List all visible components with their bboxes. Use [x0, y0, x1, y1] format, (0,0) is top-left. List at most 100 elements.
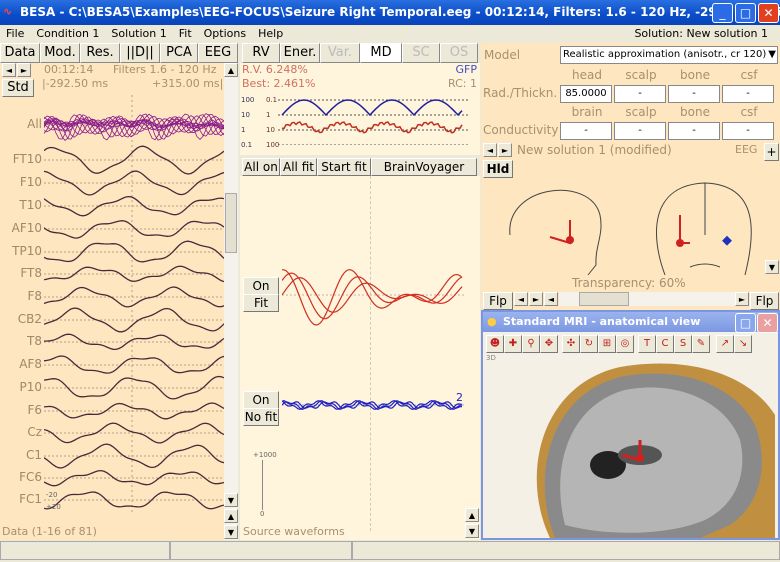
row2-input-scalp[interactable]: - — [614, 122, 666, 140]
rotate-180-icon[interactable]: ↻ — [580, 335, 598, 353]
rv-axis-label: 10 — [241, 111, 250, 119]
scroll-left[interactable]: ◄ — [544, 292, 558, 306]
scroll-up-button[interactable]: ▲ — [224, 63, 238, 77]
tab-os[interactable]: OS — [440, 43, 478, 63]
add-solution-button[interactable]: + — [764, 143, 779, 161]
channel-label: FC1 — [19, 492, 42, 506]
eeg-traces — [44, 95, 224, 515]
step-right[interactable]: ► — [529, 292, 543, 306]
source-scroll-down[interactable]: ▼ — [465, 524, 479, 538]
tab-data[interactable]: Data — [0, 43, 40, 63]
tab-sc[interactable]: SC — [402, 43, 440, 63]
row1-input-bone[interactable]: - — [668, 85, 720, 103]
menu-bar: File Condition 1 Solution 1 Fit Options Help … — [0, 25, 780, 43]
tab-deblank[interactable]: ||D|| — [120, 43, 160, 63]
mri-maximize-button[interactable]: □ — [735, 313, 756, 333]
solution-name: New solution 1 (modified) — [517, 143, 672, 157]
pan-icon[interactable]: ✣ — [562, 335, 580, 353]
menu-fit[interactable]: Fit — [179, 27, 192, 40]
rv-plot — [278, 99, 468, 145]
t1-icon[interactable]: T — [638, 335, 656, 353]
tab-model[interactable]: Mod. — [40, 43, 80, 63]
row1-label: Rad./Thickn. — [483, 86, 558, 100]
title-bar: BESA - C:\BESA5\Examples\EEG-FOCUS\Seizu… — [0, 0, 780, 25]
minimize-button[interactable]: _ — [712, 3, 733, 23]
split-icon[interactable]: ⊞ — [598, 335, 616, 353]
tab-energy[interactable]: Ener. — [280, 43, 320, 63]
row1-input-scalp[interactable]: - — [614, 85, 666, 103]
scroll-left-button[interactable]: ◄ — [2, 63, 16, 77]
row2-input-bone[interactable]: - — [668, 122, 720, 140]
row1-input-csf[interactable]: - — [722, 85, 774, 103]
all-fit-button[interactable]: All fit — [280, 158, 317, 176]
flip-left-button[interactable]: Flp — [483, 292, 513, 310]
scroll-thumb[interactable] — [225, 193, 237, 253]
column-header-brain: brain — [571, 105, 603, 119]
column-header-head: head — [572, 68, 602, 82]
tab-rv[interactable]: RV — [242, 43, 280, 63]
source2-nofit-button[interactable]: No fit — [243, 408, 279, 426]
model-select[interactable]: Realistic approximation (anisotr., cr 12… — [560, 46, 778, 64]
rotate-icon[interactable]: ✚ — [504, 335, 522, 353]
close-button[interactable]: ✕ — [758, 3, 779, 23]
page-up-button[interactable]: ▲ — [224, 509, 238, 523]
row2-input-brain[interactable]: - — [560, 122, 612, 140]
flip-right-button[interactable]: Flp — [750, 292, 779, 310]
row2-input-csf[interactable]: - — [722, 122, 774, 140]
transparency-dropdown[interactable]: ▼ — [765, 260, 779, 274]
solution-prev[interactable]: ◄ — [483, 143, 497, 157]
horizontal-scrollbar[interactable] — [559, 292, 735, 306]
source1-on-button[interactable]: On — [243, 277, 279, 295]
brain-icon[interactable]: ◎ — [616, 335, 634, 353]
row1-input-head[interactable]: 85.0000 — [560, 85, 612, 103]
gfp-label: GFP — [455, 63, 477, 76]
tab-residual[interactable]: Res. — [80, 43, 120, 63]
menu-options[interactable]: Options — [204, 27, 246, 40]
marker-icon[interactable]: ✎ — [692, 335, 710, 353]
scroll-down-button[interactable]: ▼ — [224, 493, 238, 507]
source1-waveform — [282, 272, 463, 320]
std-button[interactable]: Std — [2, 79, 34, 97]
chevron-down-icon: ▼ — [768, 49, 776, 60]
column-header-bone: bone — [680, 105, 710, 119]
rv-curve — [281, 99, 463, 117]
add-dipole-icon[interactable]: ↗ — [716, 335, 734, 353]
scroll-right-button[interactable]: ► — [17, 63, 31, 77]
start-time: |-292.50 ms — [42, 77, 109, 90]
tab-eeg[interactable]: EEG — [198, 43, 238, 63]
all-on-button[interactable]: All on — [242, 158, 280, 176]
mri-close-button[interactable]: ✕ — [757, 313, 778, 333]
s-icon[interactable]: S — [674, 335, 692, 353]
scroll-thumb[interactable] — [579, 292, 629, 306]
tab-md[interactable]: MD — [360, 43, 402, 63]
page-down-button[interactable]: ▼ — [224, 525, 238, 539]
remove-dipole-icon[interactable]: ↘ — [734, 335, 752, 353]
solution-next[interactable]: ► — [498, 143, 512, 157]
start-fit-button[interactable]: Start fit — [317, 158, 371, 176]
zoom-icon[interactable]: ⚲ — [522, 335, 540, 353]
tab-pca[interactable]: PCA — [160, 43, 198, 63]
tab-variance[interactable]: Var. — [320, 43, 360, 63]
maximize-button[interactable]: □ — [735, 3, 756, 23]
column-header-scalp: scalp — [625, 105, 657, 119]
mri-titlebar: Standard MRI - anatomical view — [483, 312, 778, 332]
best-value: Best: 2.461% — [242, 77, 316, 90]
source1-fit-button[interactable]: Fit — [243, 294, 279, 312]
menu-file[interactable]: File — [6, 27, 24, 40]
source2-on-button[interactable]: On — [243, 391, 279, 409]
menu-condition[interactable]: Condition 1 — [36, 27, 99, 40]
brainvoyager-button[interactable]: BrainVoyager — [371, 158, 477, 176]
scroll-right[interactable]: ► — [735, 292, 749, 306]
step-left[interactable]: ◄ — [514, 292, 528, 306]
move-icon[interactable]: ✥ — [540, 335, 558, 353]
source-scroll-up[interactable]: ▲ — [465, 508, 479, 522]
channel-label: T8 — [27, 334, 42, 348]
c-icon[interactable]: C — [656, 335, 674, 353]
source-waveforms — [282, 269, 466, 411]
menu-help[interactable]: Help — [258, 27, 283, 40]
vertical-scrollbar[interactable]: ▲ ▼ ▲ ▼ — [224, 63, 238, 540]
mri-image — [536, 363, 775, 538]
menu-solution[interactable]: Solution 1 — [111, 27, 166, 40]
head-icon[interactable]: ☻ — [486, 335, 504, 353]
rc-label: RC: 1 — [448, 77, 477, 90]
